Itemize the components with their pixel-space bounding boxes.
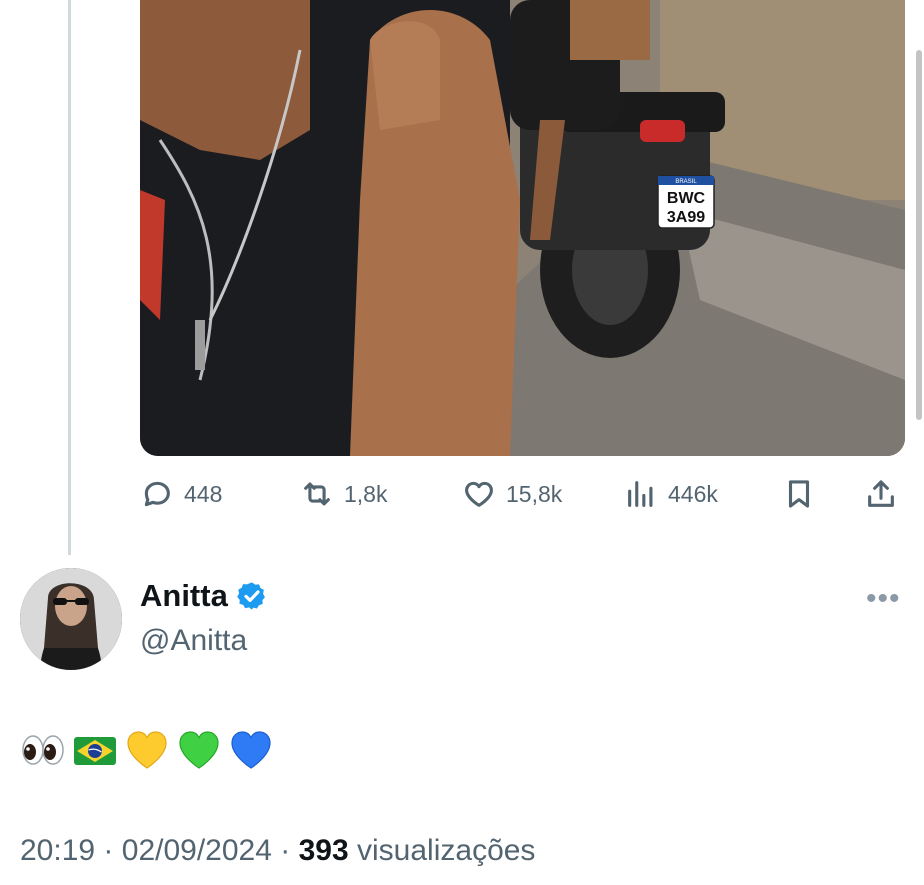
plate-country: BRASIL [675,179,697,185]
yellow-heart-emoji [127,731,167,769]
blue-heart-emoji [231,731,271,769]
license-plate: BRASIL BWC 3A99 [657,175,715,229]
author-handle[interactable]: @Anitta [140,624,247,658]
retweet-icon [304,482,330,506]
plate-line-2: 3A99 [667,209,705,226]
tweet-action-bar: 448 1,8k 15,8k 446k [140,472,905,516]
tweet-time[interactable]: 20:19 [20,834,95,867]
reply-count: 448 [184,480,223,507]
reply-icon [144,481,170,507]
thread-line [68,0,71,555]
plate-line-1: BWC [667,190,706,207]
heart-icon [465,481,493,507]
author-display-name: Anitta [140,578,228,613]
more-options-button[interactable]: ••• [866,582,901,616]
tweet-text [20,724,274,776]
tweet-photo[interactable]: BRASIL BWC 3A99 [140,0,905,456]
scrollbar[interactable] [916,50,922,420]
views-label: visualizações [357,834,536,867]
bookmark-button[interactable] [782,472,816,516]
retweet-count: 1,8k [344,480,388,507]
author-name[interactable]: Anitta [140,578,268,614]
meta-separator: · [280,834,291,867]
like-button[interactable]: 15,8k [462,472,562,516]
bar-chart-icon [628,481,653,507]
share-button[interactable] [864,472,898,516]
reply-button[interactable]: 448 [140,472,222,516]
avatar[interactable] [20,568,122,670]
green-heart-emoji [179,731,219,769]
verified-badge-icon [237,582,265,610]
retweet-button[interactable]: 1,8k [300,472,387,516]
views-button[interactable]: 446k [624,472,718,516]
tweet-meta: 20:19 · 02/09/2024 · 393 visualizações [20,834,535,868]
like-count: 15,8k [506,480,563,507]
meta-separator: · [103,834,114,867]
share-icon [868,480,894,507]
eyes-emoji [22,735,64,765]
bookmark-icon [788,480,810,508]
tweet-date[interactable]: 02/09/2024 [122,834,272,867]
views-number: 393 [298,834,349,867]
views-count: 446k [668,480,718,507]
brazil-flag-emoji [74,737,116,765]
